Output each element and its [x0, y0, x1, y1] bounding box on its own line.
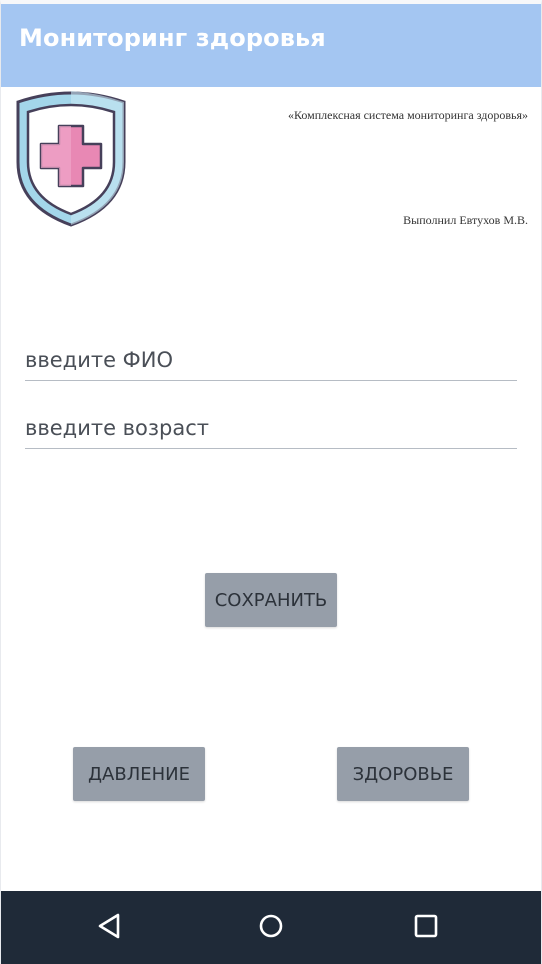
save-button-label: СОХРАНИТЬ [214, 589, 328, 611]
author-credit: Выполнил Евтухов М.В. [403, 213, 528, 227]
save-button[interactable]: СОХРАНИТЬ [205, 573, 337, 627]
name-input[interactable] [25, 340, 517, 381]
home-circle-icon [258, 913, 284, 944]
age-input[interactable] [25, 408, 517, 449]
home-button[interactable] [246, 903, 296, 953]
app-title: Мониторинг здоровья [19, 24, 326, 52]
back-triangle-icon [97, 913, 123, 944]
pressure-button-label: ДАВЛЕНИЕ [87, 763, 190, 785]
app-subtitle: «Комплексная система мониторинга здоровь… [287, 108, 528, 122]
app-bar: Мониторинг здоровья [1, 4, 541, 87]
recent-apps-square-icon [413, 913, 439, 944]
app-screen: Мониторинг здоровья «Комплексная система… [0, 0, 542, 964]
back-button[interactable] [85, 903, 135, 953]
pressure-button[interactable]: ДАВЛЕНИЕ [73, 747, 205, 801]
recent-apps-button[interactable] [401, 903, 451, 953]
system-nav-bar [1, 891, 541, 964]
health-button-label: ЗДОРОВЬЕ [352, 763, 454, 785]
medical-shield-icon [13, 88, 129, 228]
health-button[interactable]: ЗДОРОВЬЕ [337, 747, 469, 801]
